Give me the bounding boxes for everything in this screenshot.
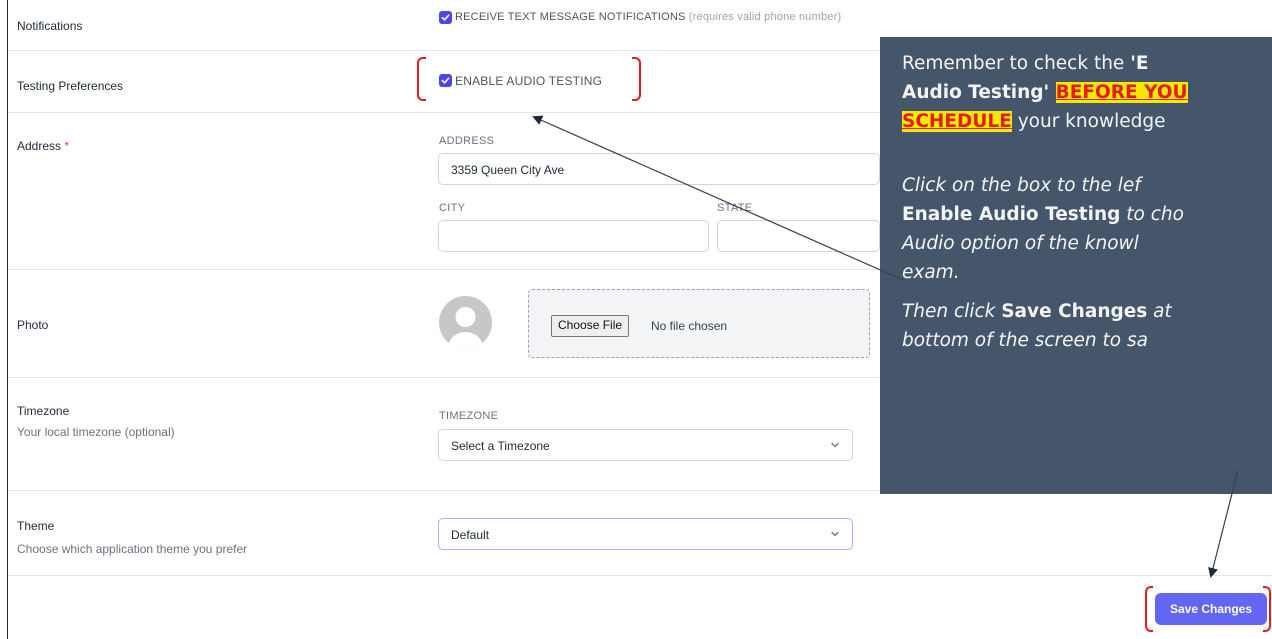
arrow-to-save-button	[1208, 469, 1239, 578]
arrow-to-audio-checkbox	[532, 115, 904, 281]
annotation-arrows	[532, 115, 1239, 578]
